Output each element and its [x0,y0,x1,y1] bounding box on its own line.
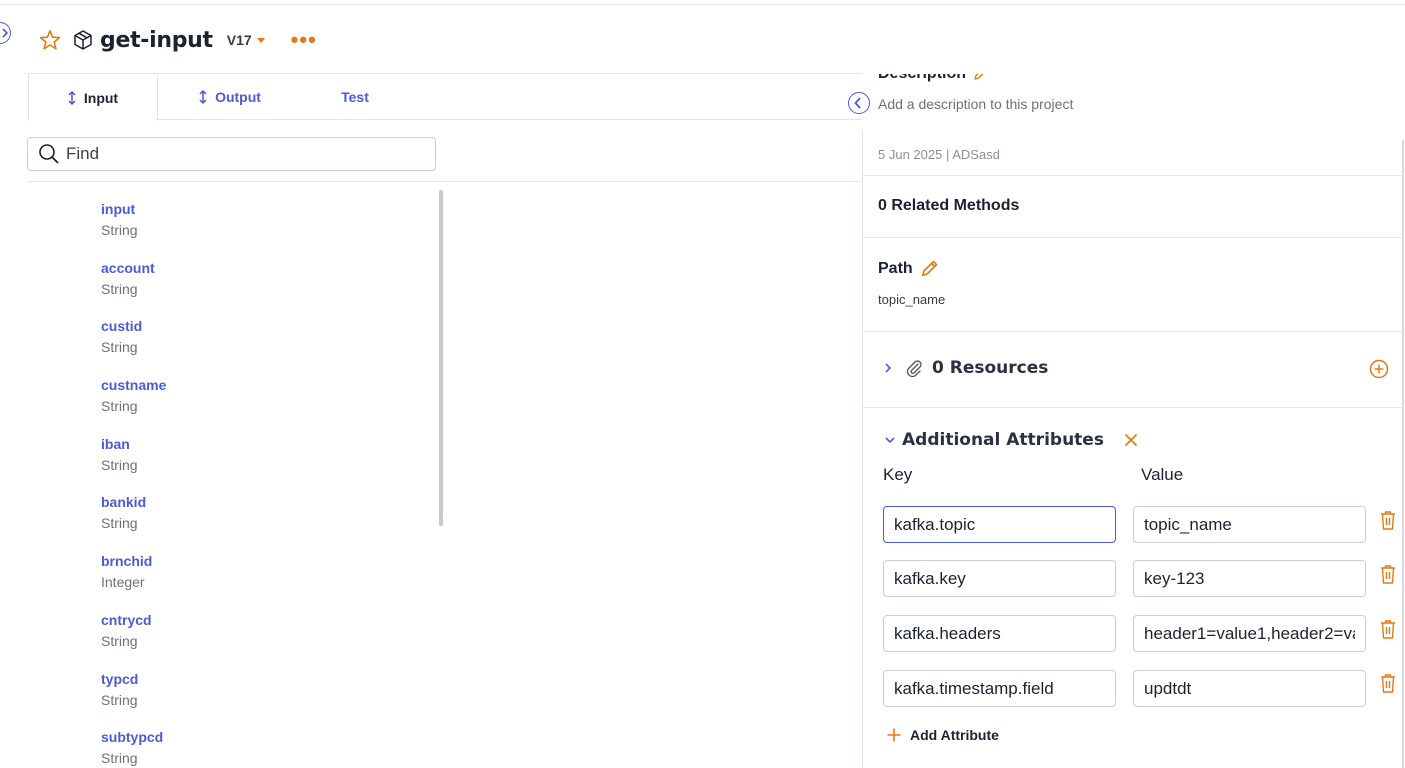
field-name: brnchid [101,553,153,570]
attribute-key-field[interactable] [883,560,1116,597]
attribute-value-field[interactable] [1133,615,1366,652]
chevron-right-icon [2,28,8,38]
field-name: bankid [101,494,147,511]
tab-input-label: Input [83,89,119,106]
list-item[interactable]: input String [101,199,421,258]
field-type: Integer [101,574,145,591]
field-name: account [101,259,155,276]
field-list: input String account String custid String c… [101,199,421,768]
field-type: String [101,339,138,356]
sort-arrows-icon [199,90,207,104]
field-name: input [101,201,136,217]
collapse-left-button[interactable] [0,22,11,44]
list-item[interactable]: subtypcd String [101,727,421,768]
trash-icon[interactable] [1379,619,1397,641]
field-type: String [101,515,138,532]
attributes-title: Additional Attributes [902,430,1104,450]
details-scrollbar[interactable] [1402,140,1404,768]
list-item[interactable]: brnchid Integer [101,551,421,610]
attribute-key-field[interactable] [883,615,1116,652]
caret-down-icon [256,37,265,43]
panel-header-mask [862,60,1405,74]
sort-arrows-icon [68,90,76,105]
section-divider [862,407,1403,408]
chevron-left-icon [854,97,861,109]
attribute-value-field[interactable] [1133,560,1366,597]
tab-output[interactable]: Output [175,74,285,120]
field-name: iban [101,435,130,452]
field-type: String [101,398,138,415]
list-divider [28,181,862,182]
version-dropdown[interactable]: V17 [227,32,265,48]
plus-icon [887,728,901,742]
field-name: cntrycd [101,611,152,628]
version-label: V17 [226,32,252,48]
chevron-down-icon [885,437,895,444]
list-item[interactable]: custname String [101,375,421,434]
collapse-details-button[interactable] [848,92,870,114]
modified-info: 5 Jun 2025 | ADSasd [878,147,1000,162]
attribute-key-field[interactable] [883,506,1116,543]
attribute-key-field[interactable] [883,670,1116,707]
chevron-right-icon [885,363,892,373]
field-name: typcd [101,670,139,687]
list-item[interactable]: custid String [101,316,421,375]
resources-toggle[interactable]: 0 Resources [884,356,1048,380]
resources-label: 0 Resources [932,358,1049,378]
add-attribute-label: Add Attribute [910,727,999,743]
tab-input[interactable]: Input [28,74,158,121]
list-item[interactable]: iban String [101,434,421,493]
tab-test-label: Test [341,89,369,105]
field-name: custname [101,377,167,394]
field-type: String [101,456,138,473]
list-item[interactable]: bankid String [101,492,421,551]
field-type: String [101,222,138,238]
key-column-header: Key [883,465,913,484]
tab-output-label: Output [215,89,261,105]
section-divider [862,175,1403,176]
search-icon [39,144,59,164]
title-bar: get-input V17 ••• [38,24,317,56]
list-item[interactable]: account String [101,258,421,317]
section-divider [862,237,1403,238]
attribute-value-field[interactable] [1133,670,1366,707]
field-name: subtypcd [101,729,164,746]
path-heading: Path [878,259,939,279]
field-type: String [101,632,138,649]
related-methods[interactable]: 0 Related Methods [878,197,1019,215]
list-item[interactable]: cntrycd String [101,610,421,669]
path-value: topic_name [878,292,946,307]
field-type: String [101,280,138,297]
search-input[interactable] [66,144,426,164]
path-title: Path [878,260,913,277]
list-scrollbar[interactable] [439,190,443,526]
attribute-value-field[interactable] [1133,506,1366,543]
more-options-button[interactable]: ••• [291,29,317,51]
top-divider [0,4,1405,5]
section-divider [862,331,1403,332]
add-attribute-button[interactable]: Add Attribute [886,727,999,743]
paperclip-icon [906,360,922,378]
field-name: custid [101,318,143,335]
trash-icon[interactable] [1379,673,1397,695]
trash-icon[interactable] [1379,510,1397,532]
list-item[interactable]: typcd String [101,669,421,728]
search-box [27,137,436,171]
value-column-header: Value [1141,465,1184,484]
cube-icon [74,30,92,50]
add-circle-icon[interactable] [1369,359,1389,379]
description-text[interactable]: Add a description to this project [878,96,1073,112]
tab-test[interactable]: Test [320,74,390,120]
star-icon[interactable] [38,28,62,52]
page-title: get-input [100,27,213,53]
trash-icon[interactable] [1379,564,1397,586]
field-type: String [101,750,138,767]
field-type: String [101,691,138,708]
attributes-heading[interactable]: Additional Attributes [884,428,1138,452]
pencil-icon[interactable] [919,259,939,279]
details-panel-border [862,130,863,768]
close-icon[interactable] [1124,433,1138,447]
